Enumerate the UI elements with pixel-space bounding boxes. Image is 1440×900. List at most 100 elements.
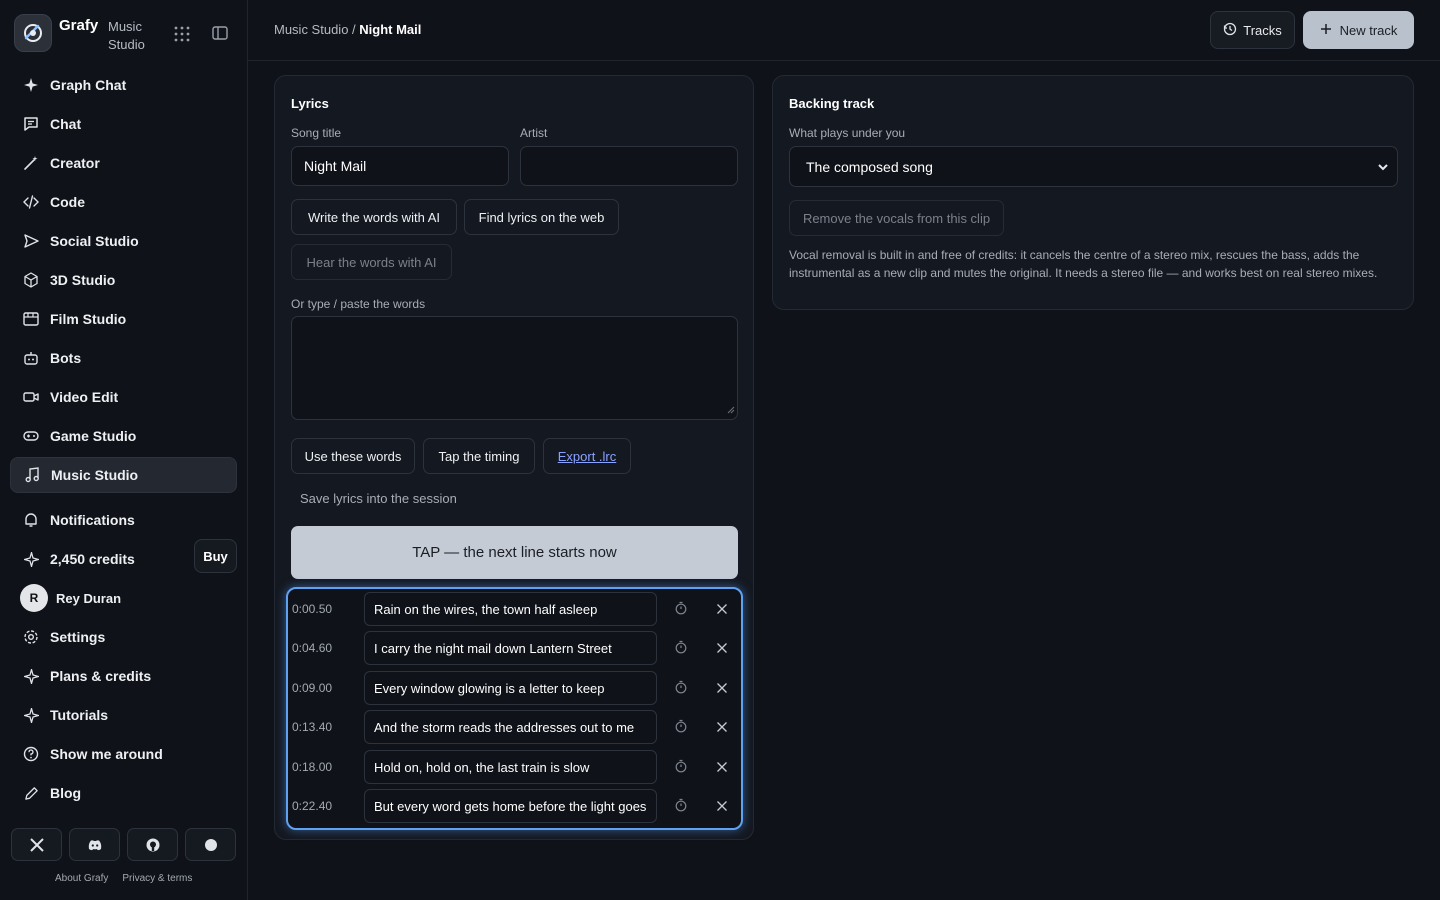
nav-label: Blog	[50, 785, 82, 801]
brand-subtitle: Music Studio	[108, 19, 145, 52]
tracks-button[interactable]: Tracks	[1210, 11, 1295, 49]
nav-item-music-studio[interactable]: Music Studio	[10, 457, 237, 493]
new-track-button[interactable]: New track	[1303, 11, 1414, 49]
stopwatch-icon[interactable]	[675, 759, 687, 776]
stopwatch-icon[interactable]	[675, 640, 687, 657]
find-lyrics-web-button[interactable]: Find lyrics on the web	[464, 199, 619, 235]
nav-label: Social Studio	[50, 233, 139, 249]
line-text-input[interactable]: And the storm reads the addresses out to…	[364, 710, 657, 744]
nav-item-show-around[interactable]: Show me around	[10, 736, 237, 772]
cube-icon	[22, 271, 40, 289]
nav-item-notifications[interactable]: Notifications	[10, 502, 237, 538]
discord-icon[interactable]	[69, 828, 120, 861]
close-icon[interactable]	[716, 681, 728, 697]
nav-item-game-studio[interactable]: Game Studio	[10, 418, 237, 454]
about-link[interactable]: About Grafy	[55, 873, 108, 884]
artist-label: Artist	[520, 126, 548, 140]
top-bar: Music Studio / Night Mail Tracks New tra…	[248, 0, 1440, 61]
save-lyrics-note[interactable]: Save lyrics into the session	[300, 491, 457, 506]
export-lrc-link[interactable]: Export .lrc	[543, 438, 631, 474]
nav-item-social-studio[interactable]: Social Studio	[10, 223, 237, 259]
nav-item-bots[interactable]: Bots	[10, 340, 237, 376]
stopwatch-icon[interactable]	[675, 719, 687, 736]
nav-item-chat[interactable]: Chat	[10, 106, 237, 142]
privacy-link[interactable]: Privacy & terms	[122, 873, 192, 884]
user-profile[interactable]: R Rey Duran	[10, 580, 237, 616]
gear-icon	[22, 628, 40, 646]
close-icon[interactable]	[716, 641, 728, 657]
nav-label: Settings	[50, 629, 106, 645]
tracks-label: Tracks	[1243, 22, 1282, 38]
apps-grid-icon[interactable]	[174, 26, 190, 45]
nav-item-tutorials[interactable]: Tutorials	[10, 697, 237, 733]
breadcrumb: Music Studio / Night Mail	[274, 22, 421, 37]
nav-item-film-studio[interactable]: Film Studio	[10, 301, 237, 337]
nav-label: Film Studio	[50, 311, 127, 327]
sparkle-outline-icon	[22, 550, 40, 568]
x-icon[interactable]	[11, 828, 62, 861]
credits-count: 2,450 credits	[50, 551, 135, 567]
nav-item-3d-studio[interactable]: 3D Studio	[10, 262, 237, 298]
collapse-sidebar-icon[interactable]	[212, 26, 228, 43]
nav-item-creator[interactable]: Creator	[10, 145, 237, 181]
nav-item-settings[interactable]: Settings	[10, 619, 237, 655]
nav-item-code[interactable]: Code	[10, 184, 237, 220]
paste-label: Or type / paste the words	[291, 297, 426, 311]
tap-next-line-button[interactable]: TAP — the next line starts now	[291, 526, 738, 579]
line-time: 0:13.40	[292, 720, 333, 734]
song-title-input[interactable]: Night Mail	[291, 146, 509, 186]
film-icon	[22, 310, 40, 328]
lyric-line-row: 0:18.00 Hold on, hold on, the last train…	[288, 750, 741, 784]
line-text-input[interactable]: Every window glowing is a letter to keep	[364, 671, 657, 705]
backing-track-card: Backing track What plays under you The c…	[772, 75, 1414, 310]
lyrics-textarea[interactable]	[291, 316, 738, 420]
nav-item-graph-chat[interactable]: Graph Chat	[10, 67, 237, 103]
lyric-line-row: 0:09.00 Every window glowing is a letter…	[288, 671, 741, 705]
lyric-line-row: 0:22.40 But every word gets home before …	[288, 789, 741, 823]
lyric-line-row: 0:04.60 I carry the night mail down Lant…	[288, 631, 741, 665]
hear-with-ai-button[interactable]: Hear the words with AI	[291, 244, 452, 280]
breadcrumb-root[interactable]: Music Studio	[274, 22, 348, 37]
lyrics-title: Lyrics	[291, 96, 329, 111]
write-with-ai-button[interactable]: Write the words with AI	[291, 199, 457, 235]
nav-item-plans[interactable]: Plans & credits	[10, 658, 237, 694]
line-time: 0:18.00	[292, 760, 333, 774]
stopwatch-icon[interactable]	[675, 601, 687, 618]
stopwatch-icon[interactable]	[675, 798, 687, 815]
nav-item-video-edit[interactable]: Video Edit	[10, 379, 237, 415]
close-icon[interactable]	[716, 799, 728, 815]
line-time: 0:04.60	[292, 641, 333, 655]
resize-handle-icon[interactable]	[727, 401, 735, 417]
line-text-input[interactable]: Rain on the wires, the town half asleep	[364, 592, 657, 626]
backing-track-select[interactable]: The composed song	[789, 146, 1398, 187]
close-icon[interactable]	[716, 720, 728, 736]
github-icon[interactable]	[127, 828, 178, 861]
buy-credits-button[interactable]: Buy	[194, 539, 237, 573]
line-text-input[interactable]: Hold on, hold on, the last train is slow	[364, 750, 657, 784]
breadcrumb-current: Night Mail	[359, 22, 422, 37]
pencil-icon	[22, 784, 40, 802]
remove-vocals-button[interactable]: Remove the vocals from this clip	[789, 200, 1004, 236]
stopwatch-icon[interactable]	[675, 680, 687, 697]
close-icon[interactable]	[716, 760, 728, 776]
circle-icon[interactable]	[185, 828, 236, 861]
backing-selected-value: The composed song	[806, 158, 933, 175]
use-these-words-button[interactable]: Use these words	[291, 438, 415, 474]
artist-input[interactable]	[520, 146, 738, 186]
tap-timing-button[interactable]: Tap the timing	[423, 438, 535, 474]
code-icon	[22, 193, 40, 211]
line-time: 0:00.50	[292, 602, 333, 616]
brand[interactable]: Grafy Music Studio	[14, 14, 145, 52]
sidebar: Grafy Music Studio Graph Chat Chat Creat…	[0, 0, 248, 900]
line-text-input[interactable]: I carry the night mail down Lantern Stre…	[364, 631, 657, 665]
vocal-removal-description: Vocal removal is built in and free of cr…	[789, 248, 1378, 280]
line-text-input[interactable]: But every word gets home before the ligh…	[364, 789, 657, 823]
plus-icon	[1320, 23, 1332, 38]
nav-label: Chat	[50, 116, 82, 132]
music-icon	[23, 466, 41, 484]
nav-item-blog[interactable]: Blog	[10, 775, 237, 811]
lyric-line-row: 0:00.50 Rain on the wires, the town half…	[288, 592, 741, 626]
close-icon[interactable]	[716, 602, 728, 618]
nav-label: Show me around	[50, 746, 163, 762]
account-nav: Notifications 2,450 credits Buy R Rey Du…	[10, 502, 237, 814]
